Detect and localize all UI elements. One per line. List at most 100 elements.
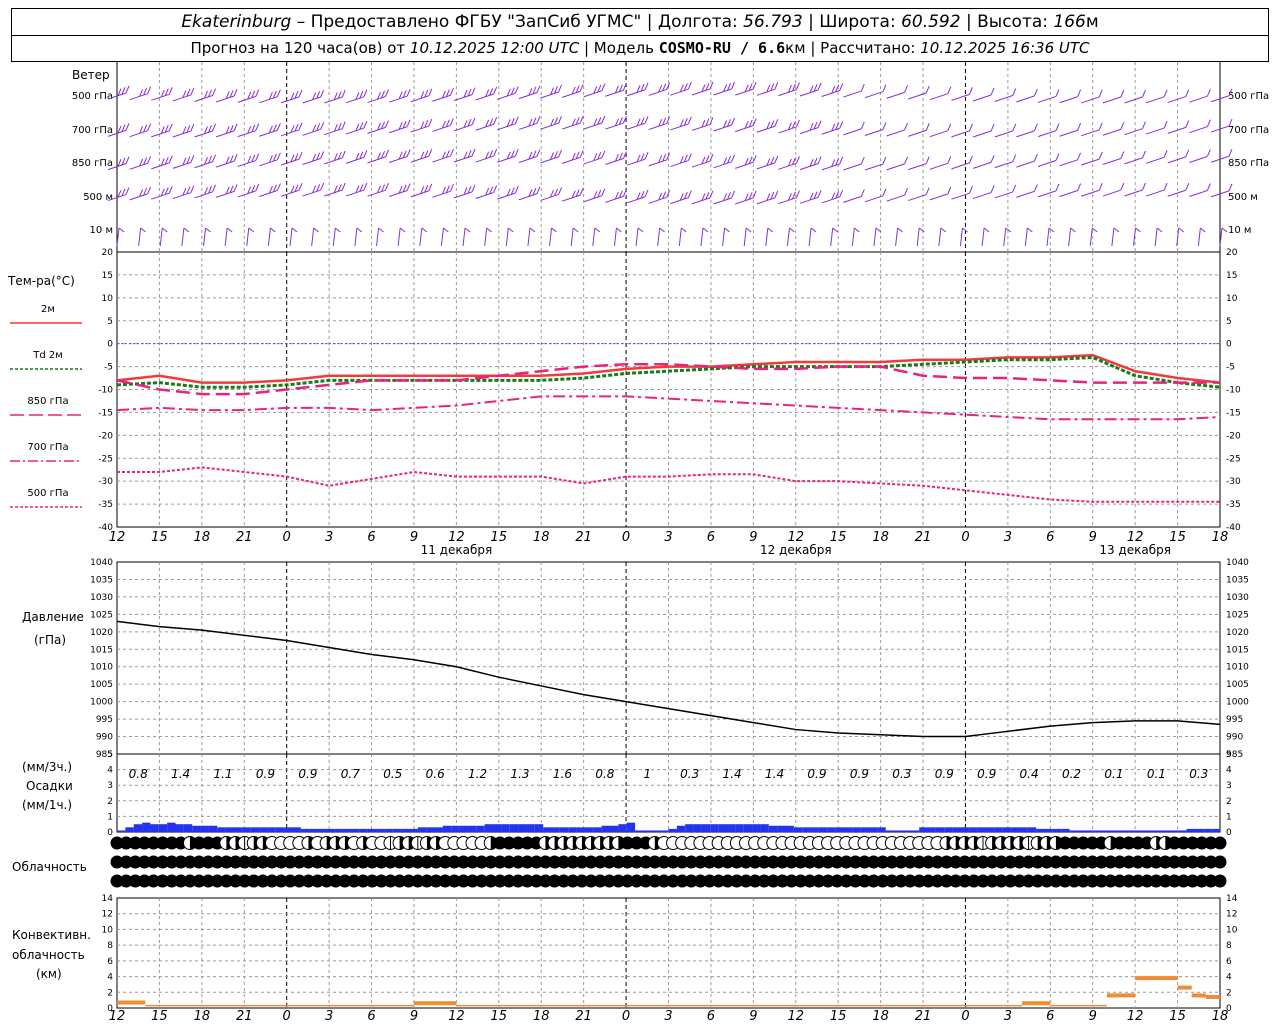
wind-barb: [138, 227, 142, 247]
wind-barb-flag: [486, 227, 492, 233]
wind-barb: [432, 94, 451, 102]
wind-barb-flag: [1120, 151, 1125, 159]
precip-bar: [359, 828, 368, 832]
wind-barb-flag: [1206, 149, 1211, 157]
wind-barb-flag: [731, 190, 736, 199]
wind-barb: [1102, 96, 1122, 104]
pressure-ytick-right: 1020: [1226, 628, 1249, 638]
wind-barb-flag: [1163, 89, 1168, 98]
precip-bar: [660, 830, 669, 832]
wind-barb-flag: [709, 117, 714, 125]
precip-bar: [175, 824, 184, 832]
precip-bar: [793, 827, 803, 832]
wind-barb-flag: [190, 155, 195, 163]
wind-barb: [778, 162, 797, 170]
wind-barb-flag: [464, 227, 471, 233]
precip-ytick-left: 4: [107, 766, 113, 776]
hour-label-bottom: 18: [194, 1009, 211, 1024]
pressure-ytick-left: 1000: [90, 698, 113, 708]
hour-label: 18: [533, 530, 550, 545]
pressure-ytick-right: 995: [1226, 715, 1243, 725]
wind-barb: [527, 227, 531, 247]
wind-barb: [1102, 189, 1122, 197]
wind-barb-flag: [168, 155, 173, 164]
wind-barb: [345, 156, 365, 164]
wind-barb-flag: [320, 151, 325, 159]
meteogram-chart: -40 -40-35 -35-30 -30-25 -25-20 -20-15 -15-10-…: [10, 62, 1269, 1024]
wind-barb: [151, 93, 170, 101]
temperature-legend-label: 500 гПа: [27, 488, 68, 499]
precip-bar: [860, 827, 870, 832]
wind-barb-flag: [601, 188, 606, 196]
wind-barb-flag: [709, 154, 714, 162]
precip-bar: [843, 827, 853, 832]
precip-bar: [568, 827, 577, 832]
wind-barb-flag: [298, 89, 303, 98]
wind-barb: [129, 130, 148, 138]
wind-barb: [388, 126, 408, 134]
wind-barb: [713, 197, 732, 205]
pressure-ytick-left: 1030: [90, 593, 113, 603]
wind-barb: [302, 96, 321, 104]
wind-barb: [1145, 127, 1165, 135]
precip-bar: [743, 824, 753, 832]
wind-barb: [237, 190, 256, 198]
wind-barb: [583, 90, 602, 98]
wind-barb: [778, 89, 797, 97]
pressure-ytick-left: 1035: [90, 575, 113, 585]
wind-barb: [129, 193, 148, 201]
precip-3h-total: 1.4: [723, 767, 742, 781]
wind-barb-flag: [1012, 184, 1017, 193]
wind-barb-flag: [255, 89, 260, 97]
wind-barb: [648, 88, 667, 96]
wind-barb-flag: [140, 227, 146, 233]
hour-label: 3: [1004, 530, 1012, 545]
wind-barb-flag: [579, 115, 584, 124]
wind-barb-flag: [291, 227, 298, 233]
wind-barb-flag: [709, 81, 714, 90]
precip-bar: [1011, 827, 1020, 832]
wind-barb-flag: [601, 83, 606, 91]
precip-bar: [142, 822, 151, 832]
hour-label-bottom: 3: [325, 1009, 333, 1024]
wind-barb-flag: [1098, 151, 1103, 160]
wind-barb: [951, 130, 970, 138]
wind-barb: [376, 227, 380, 247]
wind-barb-flag: [514, 116, 519, 125]
wind-barb-flag: [637, 227, 644, 233]
wind-barb-flag: [558, 115, 563, 124]
wind-barb: [181, 227, 185, 247]
wind-barb: [432, 190, 451, 198]
wind-barb: [410, 190, 429, 198]
wind-barb-flag: [1033, 123, 1038, 132]
wind-barb-flag: [255, 123, 260, 131]
temperature-ytick-left: -35: [98, 500, 113, 510]
wind-barb-flag: [255, 183, 260, 192]
precip-bar: [977, 827, 987, 832]
wind-barb-flag: [904, 85, 909, 93]
wind-barb-flag: [183, 227, 190, 233]
conv-ytick-left: 2: [107, 988, 113, 998]
temperature-ytick-right: -5: [1226, 363, 1235, 373]
precip-bar: [651, 830, 661, 832]
wind-barb: [259, 129, 278, 137]
wind-barb-flag: [363, 120, 368, 129]
pressure-ytick-right: 1015: [1226, 645, 1249, 655]
hour-label-bottom: 12: [109, 1009, 126, 1024]
precip-bar: [1136, 830, 1145, 832]
wind-barb: [583, 195, 602, 203]
wind-barb-flag: [1077, 183, 1082, 191]
wind-barb: [475, 93, 494, 101]
wind-level-label: 10 м: [90, 225, 113, 236]
wind-barb-flag: [1077, 89, 1082, 97]
wind-barb-flag: [1055, 153, 1060, 161]
wind-barb-flag: [969, 185, 973, 194]
precip-bar: [1077, 830, 1087, 832]
wind-barb: [432, 124, 451, 132]
wind-level-label-right: 10 м: [1228, 225, 1251, 236]
wind-barb-flag: [514, 149, 519, 157]
wind-barb: [1068, 227, 1072, 247]
wind-level-label: 700 гПа: [72, 125, 113, 136]
wind-barb-flag: [774, 190, 779, 199]
precip-bar: [718, 824, 727, 832]
